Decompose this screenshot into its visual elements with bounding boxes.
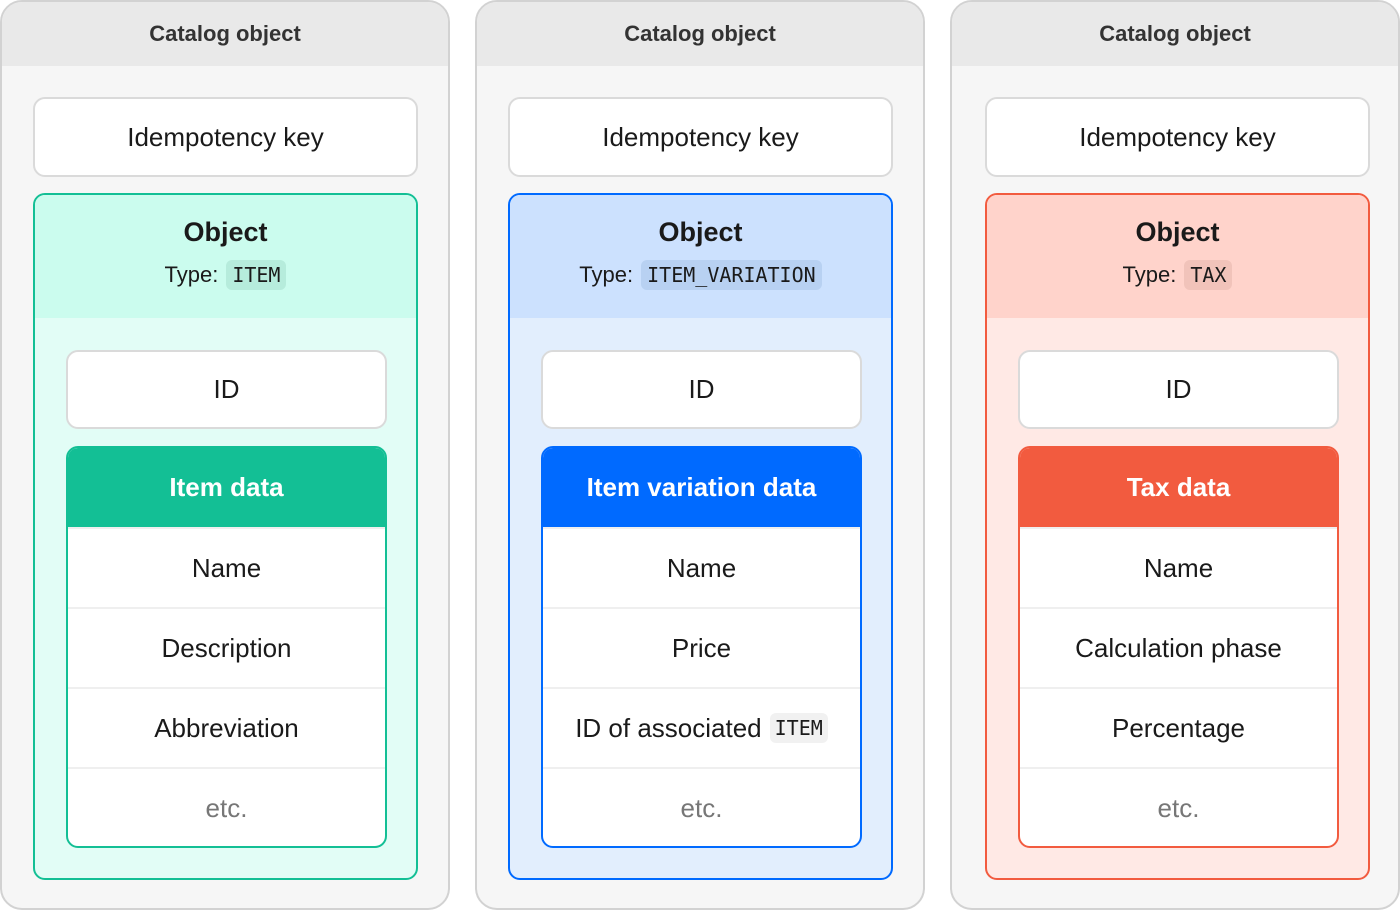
field-row: Description [68,607,385,687]
object-box: Object Type: TAX ID Tax data Name Calcul… [985,193,1370,880]
object-header: Object Type: TAX [987,195,1368,318]
item-variation-data-table: Item variation data Name Price ID of ass… [541,446,862,848]
data-table-header: Tax data [1020,448,1337,527]
object-type: Type: TAX [1123,260,1233,290]
field-row: Abbreviation [68,687,385,767]
object-title: Object [658,217,743,247]
type-value-code: ITEM [226,260,287,290]
type-label: Type: [164,262,219,287]
field-row: Name [68,527,385,607]
field-row: Name [1020,527,1337,607]
data-table-header: Item data [68,448,385,527]
catalog-object-card-tax: Catalog object Idempotency key Object Ty… [950,0,1400,910]
card-header: Catalog object [477,2,923,66]
catalog-object-card-item: Catalog object Idempotency key Object Ty… [0,0,450,910]
item-data-table: Item data Name Description Abbreviation … [66,446,387,848]
object-box: Object Type: ITEM_VARIATION ID Item vari… [508,193,893,880]
field-row: Calculation phase [1020,607,1337,687]
id-box: ID [1018,350,1339,429]
idempotency-key-box: Idempotency key [33,97,418,177]
type-label: Type: [1122,262,1177,287]
tax-data-table: Tax data Name Calculation phase Percenta… [1018,446,1339,848]
idempotency-key-box: Idempotency key [508,97,893,177]
object-box: Object Type: ITEM ID Item data Name Desc… [33,193,418,880]
type-value-code: ITEM_VARIATION [641,260,822,290]
catalog-object-card-item-variation: Catalog object Idempotency key Object Ty… [475,0,925,910]
field-row: Percentage [1020,687,1337,767]
etc-row: etc. [543,767,860,846]
object-type: Type: ITEM_VARIATION [579,260,822,290]
id-box: ID [541,350,862,429]
data-table-header: Item variation data [543,448,860,527]
type-value-code: TAX [1184,260,1233,290]
id-box: ID [66,350,387,429]
field-row: Name [543,527,860,607]
etc-row: etc. [1020,767,1337,846]
object-header: Object Type: ITEM [35,195,416,318]
card-header: Catalog object [952,2,1398,66]
object-header: Object Type: ITEM_VARIATION [510,195,891,318]
etc-row: etc. [68,767,385,846]
associated-code: ITEM [769,713,828,743]
object-title: Object [183,217,268,247]
associated-label: ID of associated [575,712,762,743]
card-header: Catalog object [2,2,448,66]
idempotency-key-box: Idempotency key [985,97,1370,177]
type-label: Type: [579,262,634,287]
field-row: Price [543,607,860,687]
field-row-associated-item: ID of associated ITEM [543,687,860,767]
object-title: Object [1135,217,1220,247]
object-type: Type: ITEM [165,260,287,290]
